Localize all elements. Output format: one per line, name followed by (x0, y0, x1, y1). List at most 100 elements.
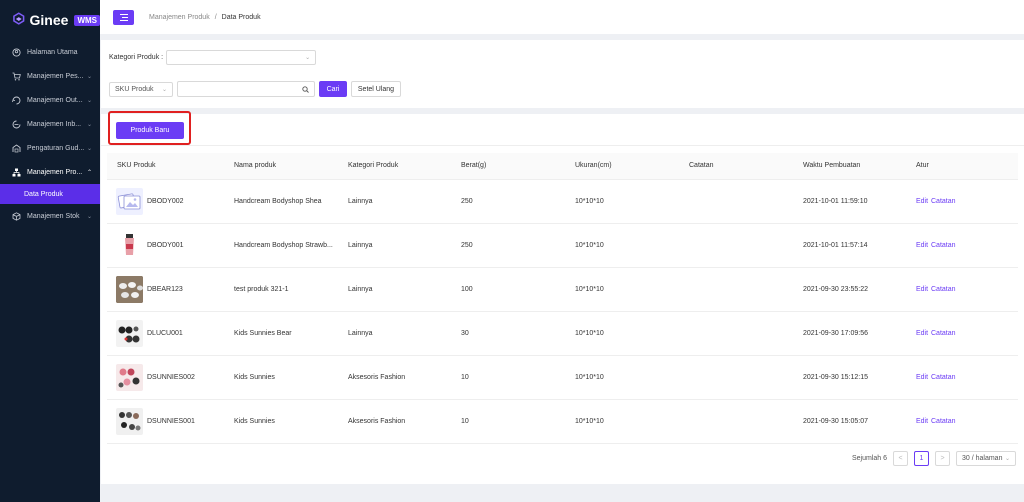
reset-button[interactable]: Setel Ulang (351, 81, 401, 97)
pagination: Sejumlah 6 < 1 > 30 / halaman ⌄ (852, 451, 1016, 466)
chevron-down-icon: ⌄ (305, 55, 311, 61)
category-cell: Lainnya (348, 242, 373, 249)
table-row: DSUNNIES002 Kids Sunnies Aksesoris Fashi… (107, 356, 1018, 400)
category-label: Kategori Produk : (109, 54, 164, 61)
page-number-button[interactable]: 1 (914, 451, 929, 466)
weight-cell: 10 (461, 374, 469, 381)
edit-link[interactable]: Edit (916, 242, 928, 249)
sidebar-item-data-produk[interactable]: Data Produk (0, 184, 100, 204)
sidebar-item-manajemen-pesanan[interactable]: Manajemen Pes... ⌄ (0, 64, 100, 88)
sku-cell: DSUNNIES001 (147, 418, 195, 425)
created-cell: 2021-09-30 23:55:22 (803, 286, 868, 293)
sidebar-item-pengaturan-gudang[interactable]: Pengaturan Gud... ⌄ (0, 136, 100, 160)
sidebar-item-label: Manajemen Pes... (27, 72, 84, 80)
search-icon[interactable] (302, 85, 309, 93)
weight-cell: 250 (461, 242, 473, 249)
size-cell: 10*10*10 (575, 242, 604, 249)
prev-page-button[interactable]: < (893, 451, 908, 466)
table-row: DBEAR123 test produk 321-1 Lainnya 100 1… (107, 268, 1018, 312)
column-header-created: Waktu Pembuatan (803, 162, 861, 169)
next-page-button[interactable]: > (935, 451, 950, 466)
size-cell: 10*10*10 (575, 374, 604, 381)
brand-badge: WMS (74, 14, 100, 26)
edit-link[interactable]: Edit (916, 330, 928, 337)
name-cell: Kids Sunnies (234, 374, 275, 381)
name-cell: Handcream Bodyshop Strawb... (234, 242, 333, 249)
size-cell: 10*10*10 (575, 418, 604, 425)
ginee-logo-icon (13, 12, 25, 25)
sidebar-item-manajemen-inbound[interactable]: Manajemen Inb... ⌄ (0, 112, 100, 136)
sku-type-select[interactable]: SKU Produk ⌄ (109, 81, 173, 97)
table-toolbar: Produk Baru (101, 111, 1024, 146)
edit-link[interactable]: Edit (916, 418, 928, 425)
outbound-icon (12, 96, 21, 105)
table-header: SKU Produk Nama produk Kategori Produk B… (107, 153, 1018, 180)
edit-link[interactable]: Edit (916, 374, 928, 381)
edit-link[interactable]: Edit (916, 198, 928, 205)
search-input[interactable] (177, 81, 315, 97)
sku-type-value: SKU Produk (115, 85, 154, 93)
breadcrumb-parent[interactable]: Manajemen Produk (149, 14, 210, 21)
column-header-name: Nama produk (234, 162, 277, 169)
sidebar-item-manajemen-produk[interactable]: Manajemen Pro... ⌃ (0, 160, 100, 184)
product-image (118, 326, 140, 343)
category-select[interactable]: ⌄ (166, 50, 317, 65)
menu-toggle-button[interactable] (113, 9, 134, 25)
sku-cell: DLUCU001 (147, 330, 183, 337)
column-header-size: Ukuran(cm) (575, 162, 612, 169)
logo[interactable]: Ginee WMS (0, 0, 100, 40)
sidebar-item-label: Pengaturan Gud... (27, 144, 85, 152)
breadcrumb-current: Data Produk (221, 13, 261, 21)
edit-link[interactable]: Edit (916, 286, 928, 293)
sidebar-item-label: Manajemen Pro... (27, 168, 83, 176)
chevron-left-icon: < (898, 455, 903, 462)
weight-cell: 100 (461, 286, 473, 293)
chevron-down-icon: ⌄ (86, 121, 92, 128)
notes-link[interactable]: Catatan (931, 286, 956, 293)
column-header-weight: Berat(g) (461, 162, 487, 169)
weight-cell: 10 (461, 418, 469, 425)
box-icon (12, 211, 21, 221)
product-thumbnail (116, 364, 143, 391)
page-size-select[interactable]: 30 / halaman ⌄ (956, 451, 1016, 466)
name-cell: Kids Sunnies (234, 418, 275, 425)
sidebar-item-manajemen-outbound[interactable]: Manajemen Out... ⌄ (0, 88, 100, 112)
filter-panel: Kategori Produk : ⌄ SKU Produk ⌄ Cari Se… (101, 40, 1024, 108)
total-count: Sejumlah 6 (851, 455, 887, 462)
notes-link[interactable]: Catatan (931, 198, 956, 205)
sidebar-item-label: Manajemen Inb... (27, 120, 82, 128)
sidebar-item-manajemen-stok[interactable]: Manajemen Stok ⌄ (0, 204, 100, 228)
sidebar: Ginee WMS Halaman Utama Manajemen Pes...… (0, 0, 100, 502)
brand-name: Ginee (29, 12, 69, 28)
table-row: DBODY001 Handcream Bodyshop Strawb... La… (107, 224, 1018, 268)
chevron-up-icon: ⌃ (86, 169, 92, 176)
new-product-button[interactable]: Produk Baru (116, 122, 184, 139)
chevron-down-icon: ⌄ (86, 145, 92, 152)
product-thumbnail (116, 232, 143, 259)
column-header-note: Catatan (689, 162, 714, 169)
created-cell: 2021-09-30 15:12:15 (803, 374, 868, 381)
notes-link[interactable]: Catatan (931, 242, 956, 249)
name-cell: Handcream Bodyshop Shea (234, 198, 322, 205)
sidebar-item-label: Halaman Utama (27, 48, 78, 56)
table-row: DLUCU001 Kids Sunnies Bear Lainnya 30 10… (107, 312, 1018, 356)
product-image (119, 412, 141, 431)
warehouse-icon (12, 143, 21, 153)
sidebar-item-label: Data Produk (24, 190, 63, 198)
sku-cell: DSUNNIES002 (147, 374, 195, 381)
product-thumbnail (116, 188, 143, 215)
created-cell: 2021-09-30 17:09:56 (803, 330, 868, 337)
chevron-down-icon: ⌄ (86, 73, 92, 80)
notes-link[interactable]: Catatan (931, 330, 956, 337)
sku-cell: DBEAR123 (147, 286, 183, 293)
page-size-value: 30 / halaman (962, 455, 1003, 462)
product-icon (12, 168, 21, 177)
notes-link[interactable]: Catatan (931, 374, 956, 381)
search-button[interactable]: Cari (319, 81, 347, 97)
size-cell: 10*10*10 (575, 330, 604, 337)
created-cell: 2021-10-01 11:57:14 (803, 242, 868, 249)
home-icon (12, 47, 21, 57)
sidebar-item-halaman-utama[interactable]: Halaman Utama (0, 40, 100, 64)
category-cell: Lainnya (348, 330, 373, 337)
notes-link[interactable]: Catatan (931, 418, 956, 425)
